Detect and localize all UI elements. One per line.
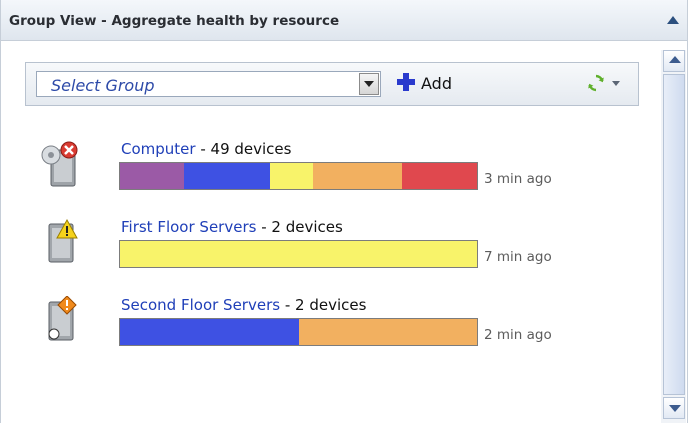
group-link[interactable]: Computer	[121, 140, 196, 158]
group-view-panel: Group View - Aggregate health by resourc…	[0, 0, 688, 423]
group-select-value: Select Group	[51, 76, 155, 95]
refresh-icon	[588, 74, 604, 92]
health-segment-yellow	[120, 241, 477, 267]
health-bar	[119, 162, 478, 190]
group-toolbar: Select Group Add	[25, 62, 639, 106]
group-link[interactable]: First Floor Servers	[121, 218, 256, 236]
last-updated: 7 min ago	[484, 249, 552, 265]
last-updated: 3 min ago	[484, 171, 552, 187]
device-count: - 49 devices	[195, 140, 292, 158]
chevron-down-icon[interactable]	[359, 73, 379, 95]
server-critical-icon	[41, 141, 78, 187]
caret-down-icon[interactable]	[612, 81, 620, 86]
group-link[interactable]: Second Floor Servers	[121, 296, 280, 314]
collapse-icon[interactable]	[665, 12, 681, 28]
group-row: Computer - 49 devices 3 min ago	[0, 140, 600, 212]
health-bar	[119, 318, 478, 346]
group-title: Computer - 49 devices	[121, 140, 291, 158]
last-updated: 2 min ago	[484, 327, 552, 343]
device-count: - 2 devices	[256, 218, 343, 236]
group-row: First Floor Servers - 2 devices 7 min ag…	[0, 218, 600, 290]
health-segment-red	[402, 163, 477, 189]
health-segment-yellow	[269, 163, 313, 189]
health-segment-blue	[184, 163, 270, 189]
health-bar	[119, 240, 478, 268]
vertical-scrollbar[interactable]	[661, 50, 686, 423]
health-segment-orange	[312, 163, 403, 189]
panel-title: Group View - Aggregate health by resourc…	[9, 13, 340, 29]
scroll-thumb[interactable]	[663, 74, 685, 395]
group-row: Second Floor Servers - 2 devices 2 min a…	[0, 296, 600, 368]
group-title: Second Floor Servers - 2 devices	[121, 296, 366, 314]
group-title: First Floor Servers - 2 devices	[121, 218, 343, 236]
panel-header: Group View - Aggregate health by resourc…	[0, 0, 688, 41]
health-segment-purple	[120, 163, 185, 189]
scroll-down-icon[interactable]	[663, 397, 685, 419]
add-label: Add	[421, 74, 452, 93]
health-segment-orange	[298, 319, 477, 345]
group-select[interactable]: Select Group	[36, 71, 381, 97]
plus-icon	[397, 73, 415, 91]
server-warning-icon	[48, 218, 78, 263]
server-alert-icon	[48, 296, 77, 341]
refresh-button[interactable]	[586, 73, 626, 95]
device-count: - 2 devices	[280, 296, 367, 314]
scroll-up-icon[interactable]	[663, 50, 685, 72]
health-segment-blue	[120, 319, 299, 345]
